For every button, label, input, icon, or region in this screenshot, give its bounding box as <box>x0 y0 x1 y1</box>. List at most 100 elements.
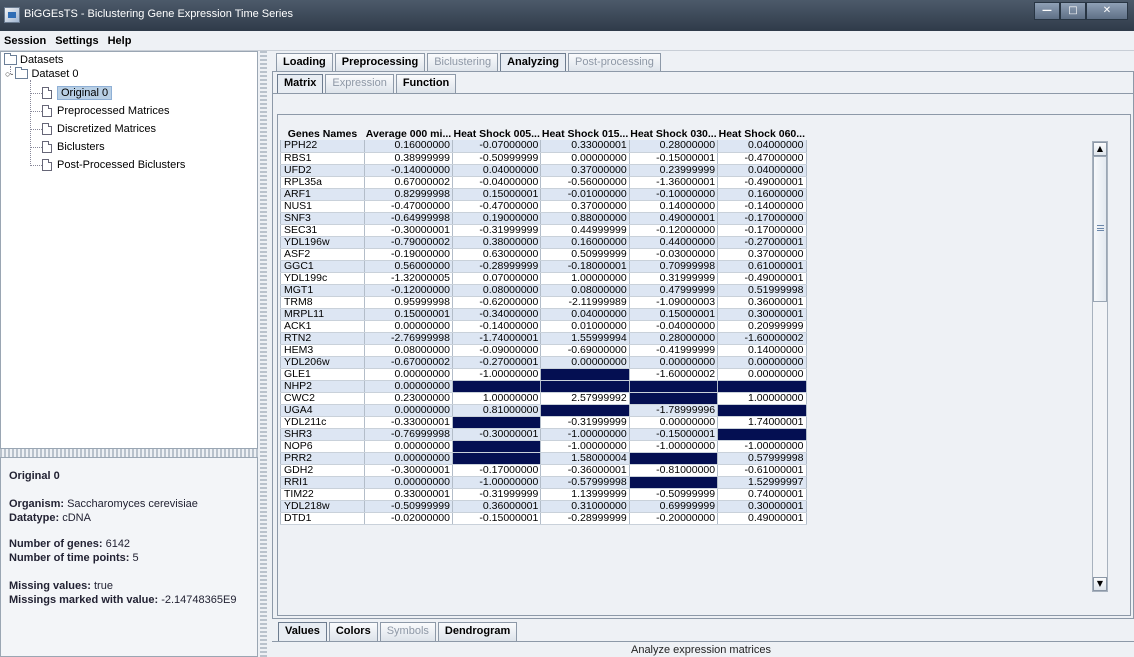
value-cell[interactable]: -0.15000001 <box>628 428 719 441</box>
gene-name-cell[interactable]: NHP2 <box>280 380 365 393</box>
table-row[interactable]: YDL206w -0.67000002 -0.27000001 0.00000000 0… <box>280 356 807 369</box>
gene-name-cell[interactable]: YDL199c <box>280 272 365 285</box>
scroll-up-icon[interactable]: ▲ <box>1093 142 1107 156</box>
column-header[interactable]: Genes Names <box>281 128 365 140</box>
value-cell[interactable]: 0.16000000 <box>364 140 453 153</box>
gene-name-cell[interactable]: MGT1 <box>280 284 365 297</box>
gene-name-cell[interactable]: ASF2 <box>280 248 365 261</box>
value-cell[interactable]: 0.38999999 <box>364 152 453 165</box>
value-cell[interactable]: -0.31999999 <box>540 416 630 429</box>
gene-name-cell[interactable]: UFD2 <box>280 164 365 177</box>
value-cell[interactable]: -0.67000002 <box>364 356 453 369</box>
column-header[interactable]: Heat Shock 030... <box>629 128 717 140</box>
table-row[interactable]: PPH22 0.16000000 -0.07000000 0.33000001 0.28… <box>280 140 807 153</box>
missing-value-cell[interactable] <box>540 380 630 393</box>
value-cell[interactable]: -0.56000000 <box>540 176 630 189</box>
value-cell[interactable]: -1.00000000 <box>540 428 630 441</box>
value-cell[interactable]: 0.49000001 <box>628 212 719 225</box>
gene-name-cell[interactable]: PRR2 <box>280 452 365 465</box>
value-cell[interactable]: 0.19000000 <box>451 212 542 225</box>
value-cell[interactable]: 0.33000001 <box>540 140 630 153</box>
table-row[interactable]: RTN2 -2.76999998 -1.74000001 1.55999994 0.28… <box>280 332 807 345</box>
tab-symbols[interactable]: Symbols <box>379 622 436 641</box>
value-cell[interactable]: 1.74000001 <box>717 416 807 429</box>
gene-name-cell[interactable]: YDL206w <box>280 356 365 369</box>
value-cell[interactable]: -0.01000000 <box>540 188 630 201</box>
tree-item-preprocessed[interactable]: Preprocessed Matrices <box>42 105 170 117</box>
menu-session[interactable]: Session <box>4 35 46 47</box>
gene-name-cell[interactable]: RTN2 <box>280 332 365 345</box>
value-cell[interactable]: -0.02000000 <box>364 512 453 525</box>
value-cell[interactable]: -0.47000000 <box>451 200 542 213</box>
table-row[interactable]: YDL211c -0.33000001 -0.31999999 0.00000000 1… <box>280 416 807 429</box>
value-cell[interactable]: 0.56000000 <box>364 260 453 273</box>
vertical-splitter[interactable] <box>260 51 267 657</box>
value-cell[interactable]: 1.13999999 <box>540 488 630 501</box>
table-row[interactable]: TRM8 0.95999998 -0.62000000 -2.11999989 -1.0… <box>280 296 807 309</box>
gene-name-cell[interactable]: TIM22 <box>280 488 365 501</box>
gene-name-cell[interactable]: SHR3 <box>280 428 365 441</box>
missing-value-cell[interactable] <box>451 416 542 429</box>
tab-analyzing[interactable]: Analyzing <box>500 53 567 72</box>
gene-name-cell[interactable]: RPL35a <box>280 176 365 189</box>
value-cell[interactable]: -0.15000001 <box>628 152 719 165</box>
dataset-tree[interactable]: Datasets ○- Dataset 0 Original 0 Preproc… <box>0 51 258 449</box>
value-cell[interactable]: -1.78999996 <box>628 404 719 417</box>
value-cell[interactable]: -1.00000000 <box>451 476 542 489</box>
missing-value-cell[interactable] <box>540 404 630 417</box>
value-cell[interactable]: -0.69000000 <box>540 344 630 357</box>
table-row[interactable]: UGA4 0.00000000 0.81000000 -1.78999996 <box>280 404 807 417</box>
table-row[interactable]: SNF3 -0.64999998 0.19000000 0.88000000 0.490… <box>280 212 807 225</box>
table-row[interactable]: HEM3 0.08000000 -0.09000000 -0.69000000 -0.4… <box>280 344 807 357</box>
value-cell[interactable]: 0.70999998 <box>628 260 719 273</box>
value-cell[interactable]: -0.36000001 <box>540 464 630 477</box>
value-cell[interactable]: -0.49000001 <box>717 176 807 189</box>
value-cell[interactable]: 0.00000000 <box>364 404 453 417</box>
value-cell[interactable]: 0.50999999 <box>540 248 630 261</box>
value-cell[interactable]: 0.37000000 <box>540 200 630 213</box>
value-cell[interactable]: 0.00000000 <box>540 152 630 165</box>
value-cell[interactable]: 1.00000000 <box>540 272 630 285</box>
value-cell[interactable]: 0.30000001 <box>717 500 807 513</box>
value-cell[interactable]: 0.61000001 <box>717 260 807 273</box>
value-cell[interactable]: -0.09000000 <box>451 344 542 357</box>
menu-help[interactable]: Help <box>108 35 132 47</box>
table-row[interactable]: ARF1 0.82999998 0.15000001 -0.01000000 -0.10… <box>280 188 807 201</box>
value-cell[interactable]: -0.17000000 <box>451 464 542 477</box>
value-cell[interactable]: 0.00000000 <box>364 476 453 489</box>
value-cell[interactable]: -0.31999999 <box>451 224 542 237</box>
value-cell[interactable]: 0.00000000 <box>628 356 719 369</box>
value-cell[interactable]: -0.27000001 <box>717 236 807 249</box>
value-cell[interactable]: -1.60000002 <box>717 332 807 345</box>
value-cell[interactable]: 0.67000002 <box>364 176 453 189</box>
tab-expression[interactable]: Expression <box>325 74 394 93</box>
column-header[interactable]: Heat Shock 015... <box>541 128 629 140</box>
gene-name-cell[interactable]: SEC31 <box>280 224 365 237</box>
value-cell[interactable]: 0.08000000 <box>364 344 453 357</box>
gene-name-cell[interactable]: GDH2 <box>280 464 365 477</box>
value-cell[interactable]: 0.00000000 <box>717 356 807 369</box>
gene-name-cell[interactable]: RBS1 <box>280 152 365 165</box>
gene-name-cell[interactable]: SNF3 <box>280 212 365 225</box>
value-cell[interactable]: -0.33000001 <box>364 416 453 429</box>
value-cell[interactable]: -0.03000000 <box>628 248 719 261</box>
value-cell[interactable]: 0.00000000 <box>364 368 453 381</box>
gene-name-cell[interactable]: GGC1 <box>280 260 365 273</box>
value-cell[interactable]: 0.08000000 <box>540 284 630 297</box>
value-cell[interactable]: 0.28000000 <box>628 140 719 153</box>
value-cell[interactable]: 0.95999998 <box>364 296 453 309</box>
value-cell[interactable]: 0.33000001 <box>364 488 453 501</box>
value-cell[interactable]: 0.00000000 <box>364 320 453 333</box>
table-row[interactable]: ASF2 -0.19000000 0.63000000 0.50999999 -0.03… <box>280 248 807 261</box>
tab-dendrogram[interactable]: Dendrogram <box>437 622 518 641</box>
value-cell[interactable]: -1.00000000 <box>540 440 630 453</box>
tree-item-biclusters[interactable]: Biclusters <box>42 141 105 153</box>
missing-value-cell[interactable] <box>451 452 542 465</box>
value-cell[interactable]: -0.18000001 <box>540 260 630 273</box>
gene-name-cell[interactable]: TRM8 <box>280 296 365 309</box>
value-cell[interactable]: -0.50999999 <box>364 500 453 513</box>
missing-value-cell[interactable] <box>628 452 719 465</box>
value-cell[interactable]: 0.08000000 <box>451 284 542 297</box>
value-cell[interactable]: -0.34000000 <box>451 308 542 321</box>
value-cell[interactable]: -0.28999999 <box>540 512 630 525</box>
